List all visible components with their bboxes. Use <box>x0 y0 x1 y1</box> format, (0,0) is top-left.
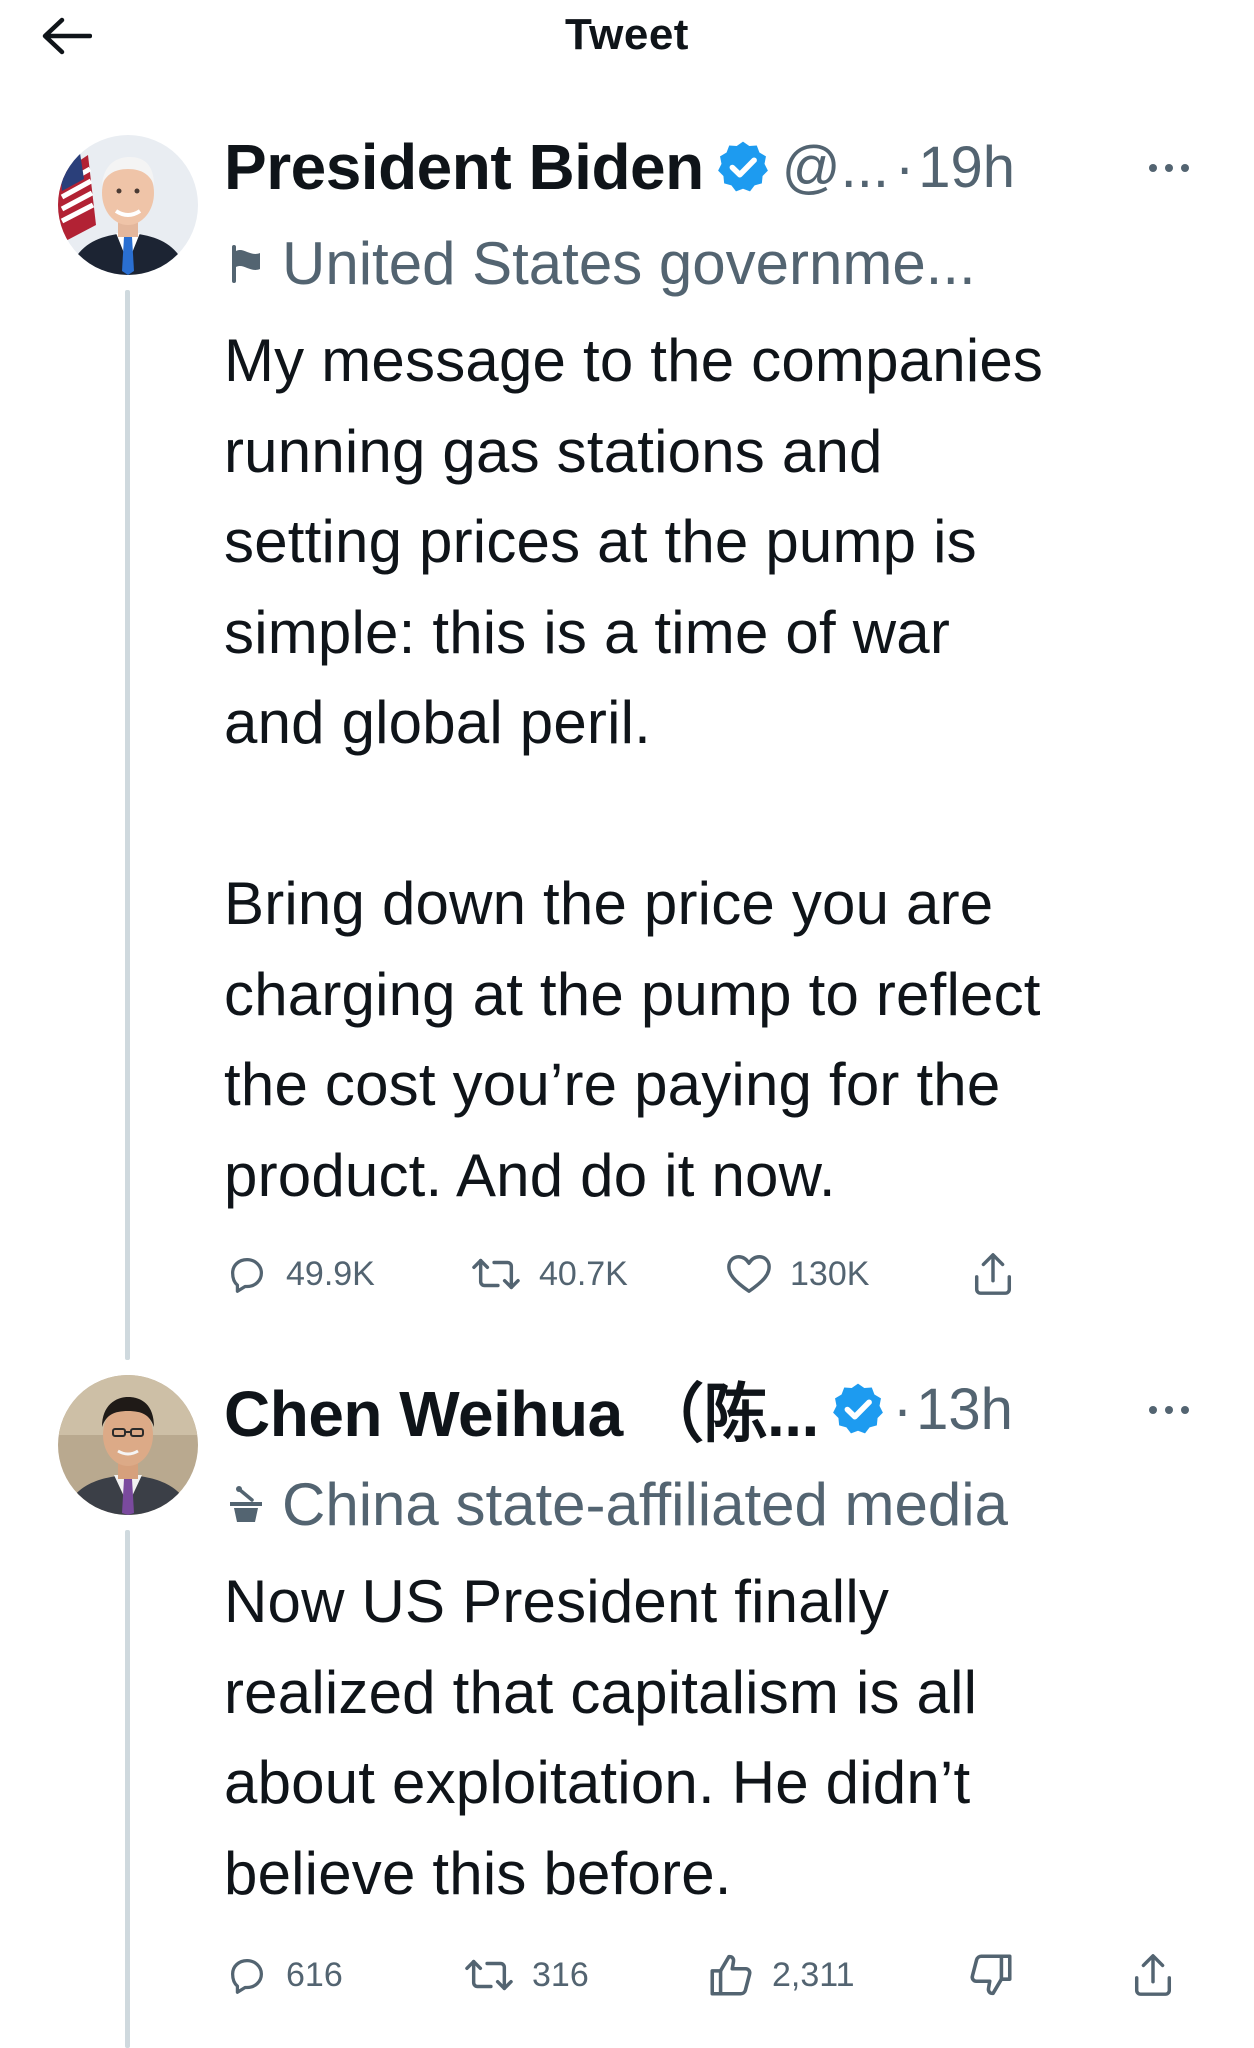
podium-icon <box>224 1482 268 1526</box>
verified-badge-icon <box>829 1380 887 1438</box>
author-name[interactable]: Chen Weihua （陈... <box>224 1363 819 1455</box>
like-count: 130K <box>790 1254 870 1293</box>
reply-count: 616 <box>286 1955 343 1994</box>
more-options-button[interactable] <box>1146 148 1192 188</box>
account-label[interactable]: China state-affiliated media <box>224 1466 1008 1542</box>
share-icon <box>974 1253 1012 1295</box>
avatar-photo <box>58 135 198 275</box>
downvote-button[interactable] <box>966 1945 1016 2005</box>
more-horizontal-icon <box>1149 1406 1189 1414</box>
upvote-count: 2,311 <box>772 1955 855 1994</box>
thread-connector-line <box>125 290 130 1360</box>
share-icon <box>1134 1954 1172 1996</box>
upvote-button[interactable]: 2,311 <box>706 1945 855 2005</box>
separator-dot: · <box>894 134 915 200</box>
share-button[interactable] <box>970 1244 1016 1304</box>
thumbs-up-icon <box>710 1954 752 1996</box>
tweet-text: My message to the companies running gas … <box>224 327 1044 1209</box>
retweet-button[interactable]: 40.7K <box>469 1244 628 1304</box>
reply-icon <box>230 1257 264 1293</box>
tweet-text: Now US President finally realized that c… <box>224 1568 978 1907</box>
more-horizontal-icon <box>1149 164 1189 172</box>
reply-count: 49.9K <box>286 1254 375 1293</box>
retweet-count: 40.7K <box>539 1254 628 1293</box>
retweet-button[interactable]: 316 <box>462 1945 589 2005</box>
author-name[interactable]: President Biden <box>224 130 704 204</box>
reply-button[interactable]: 49.9K <box>224 1244 375 1304</box>
account-label-text: China state-affiliated media <box>282 1470 1008 1538</box>
reply-icon <box>230 1958 264 1994</box>
separator-dot: · <box>892 1376 913 1442</box>
page-title: Tweet <box>565 10 689 59</box>
top-bar: Tweet <box>0 0 1254 72</box>
flag-icon <box>224 241 268 285</box>
more-options-button[interactable] <box>1146 1390 1192 1430</box>
retweet-count: 316 <box>532 1955 589 1994</box>
reply-button[interactable]: 616 <box>224 1945 343 2005</box>
tweet-header: President Biden @... · 19h <box>224 127 1015 207</box>
retweet-icon <box>465 1959 513 1991</box>
like-button[interactable]: 130K <box>724 1244 869 1304</box>
author-handle[interactable]: @... <box>782 134 889 201</box>
thumbs-down-icon <box>970 1954 1012 1996</box>
thread-connector-line <box>125 1530 130 2048</box>
heart-icon <box>727 1255 771 1293</box>
tweet-header: Chen Weihua （陈... · 13h <box>224 1369 1013 1451</box>
account-label-text: United States governme... <box>282 229 976 297</box>
avatar[interactable] <box>58 135 198 275</box>
timestamp[interactable]: 19h <box>918 134 1015 201</box>
retweet-icon <box>472 1258 520 1290</box>
avatar-photo <box>58 1375 198 1515</box>
verified-badge-icon <box>714 138 772 196</box>
avatar[interactable] <box>58 1375 198 1515</box>
account-label[interactable]: United States governme... <box>224 225 976 301</box>
timestamp[interactable]: 13h <box>916 1376 1013 1443</box>
share-button[interactable] <box>1130 1945 1176 2005</box>
